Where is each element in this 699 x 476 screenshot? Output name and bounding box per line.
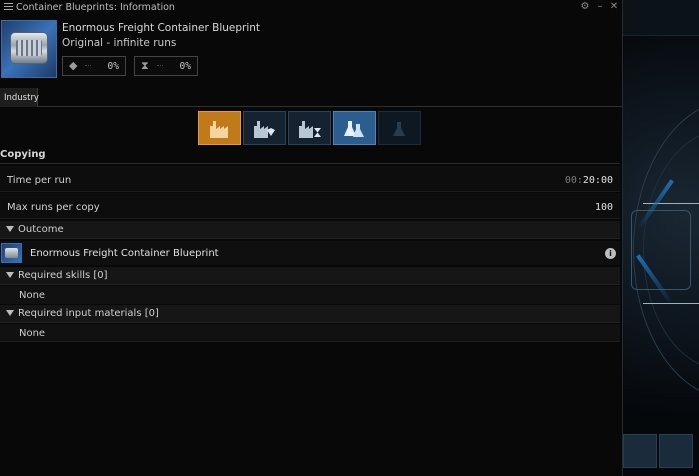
- research-icon: [344, 121, 364, 137]
- info-icon[interactable]: i: [605, 248, 616, 259]
- tab-bar: Industry: [0, 88, 623, 107]
- required-materials-none: None: [19, 328, 46, 339]
- info-window: Container Blueprints: Information ⚙ – ✕ …: [0, 0, 623, 476]
- material-efficiency-value: 0%: [107, 61, 119, 72]
- time-efficiency-button[interactable]: [288, 111, 331, 145]
- invention-button[interactable]: [378, 111, 421, 145]
- outcome-label: Outcome: [18, 224, 64, 235]
- material-efficiency-icon: ◆: [69, 59, 78, 72]
- tab-industry[interactable]: Industry: [0, 88, 39, 107]
- window-title: Container Blueprints: Information: [16, 2, 175, 13]
- manufacturing-button[interactable]: [198, 111, 241, 145]
- max-runs-label: Max runs per copy: [7, 202, 100, 213]
- outcome-item[interactable]: Enormous Freight Container Blueprint i: [0, 241, 620, 265]
- blueprint-icon[interactable]: [1, 20, 57, 78]
- required-skills-label: Required skills [0]: [18, 270, 108, 281]
- activity-buttons: [198, 111, 421, 145]
- research-button[interactable]: [333, 111, 376, 145]
- background-toolbar: [623, 0, 699, 36]
- manufacturing-icon: [210, 121, 228, 138]
- divider: [0, 341, 620, 342]
- outcome-item-name: Enormous Freight Container Blueprint: [30, 248, 219, 259]
- minimize-button[interactable]: –: [594, 1, 606, 12]
- caret-down-icon: [6, 226, 14, 232]
- time-per-run-value: 00:20:00: [564, 175, 613, 186]
- required-skills-list: None: [0, 286, 620, 304]
- blueprint-subtitle: Original - infinite runs: [62, 37, 177, 49]
- required-materials-header[interactable]: Required input materials [0]: [0, 305, 620, 323]
- caret-down-icon: [6, 272, 14, 278]
- required-materials-label: Required input materials [0]: [18, 308, 159, 319]
- divider: [0, 163, 620, 164]
- background-tick: [643, 203, 699, 204]
- time-per-run-label: Time per run: [7, 175, 72, 186]
- time-efficiency-value: 0%: [179, 61, 191, 72]
- background-scene: [623, 0, 699, 476]
- max-runs-row: Max runs per copy 100: [0, 193, 620, 219]
- time-efficiency-icon: [299, 121, 321, 138]
- blueprint-icon: [1, 243, 22, 263]
- settings-icon[interactable]: ⚙: [579, 1, 591, 12]
- required-skills-header[interactable]: Required skills [0]: [0, 267, 620, 285]
- time-per-run-row: Time per run 00:20:00: [0, 166, 620, 192]
- title-bar[interactable]: Container Blueprints: Information ⚙ – ✕: [0, 0, 623, 16]
- outcome-group-header[interactable]: Outcome: [0, 221, 620, 239]
- required-skills-none: None: [19, 290, 46, 301]
- menu-icon[interactable]: [4, 3, 13, 11]
- copy-button[interactable]: [243, 111, 286, 145]
- material-efficiency-stat: ◆ 0%: [62, 56, 126, 76]
- invention-icon: [393, 122, 405, 136]
- blueprint-name: Enormous Freight Container Blueprint: [62, 22, 261, 34]
- required-materials-list: None: [0, 324, 620, 342]
- close-button[interactable]: ✕: [608, 1, 620, 12]
- activity-heading: Copying: [0, 149, 46, 160]
- max-runs-value: 100: [594, 202, 613, 213]
- background-buttons: [623, 434, 699, 470]
- time-efficiency-stat: ⧗ 0%: [134, 56, 198, 76]
- copy-icon: [254, 121, 275, 138]
- caret-down-icon: [6, 310, 14, 316]
- hourglass-icon: ⧗: [141, 59, 149, 72]
